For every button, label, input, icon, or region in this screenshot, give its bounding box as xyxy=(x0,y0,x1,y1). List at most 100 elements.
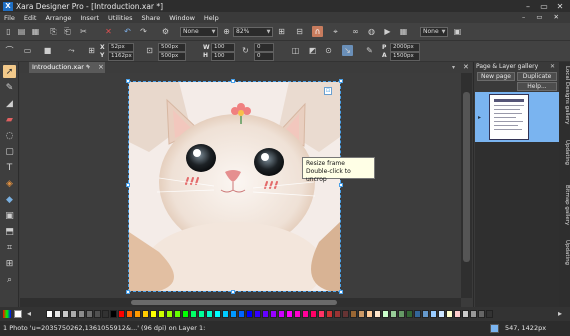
color-swatch[interactable] xyxy=(310,310,317,318)
rotate-field[interactable]: 0 xyxy=(254,43,274,52)
pen-tool-icon[interactable]: ✎ xyxy=(3,81,16,94)
scale-lines-icon[interactable]: ⊙ xyxy=(323,45,334,56)
mould-tool-icon[interactable]: ⊞ xyxy=(3,257,16,270)
color-swatch[interactable] xyxy=(230,310,237,318)
color-swatch[interactable] xyxy=(486,310,493,318)
color-swatch[interactable] xyxy=(86,310,93,318)
palette-scroll-right-icon[interactable]: ▸ xyxy=(558,309,562,318)
doc-minimize-button[interactable]: – xyxy=(522,13,525,22)
zoom-icon[interactable]: ⊕ xyxy=(221,26,232,37)
color-swatch[interactable] xyxy=(406,310,413,318)
color-swatch[interactable] xyxy=(414,310,421,318)
color-swatch[interactable] xyxy=(454,310,461,318)
select-inside-icon[interactable]: ↘ xyxy=(342,45,353,56)
color-swatch[interactable] xyxy=(422,310,429,318)
expand-arrow-icon[interactable]: ▸ xyxy=(478,114,481,121)
selection-frame[interactable]: ⊡ xyxy=(126,79,343,294)
color-swatch[interactable] xyxy=(374,310,381,318)
color-swatch[interactable] xyxy=(78,310,85,318)
color-swatch[interactable] xyxy=(270,310,277,318)
menu-utilities[interactable]: Utilities xyxy=(108,14,132,22)
menu-insert[interactable]: Insert xyxy=(80,14,99,22)
menu-help[interactable]: Help xyxy=(204,14,219,22)
undo-icon[interactable]: ↶ xyxy=(122,26,133,37)
line-select[interactable]: None ▼ xyxy=(420,27,448,37)
color-swatch[interactable] xyxy=(446,310,453,318)
eraser-tool-icon[interactable]: ▰ xyxy=(3,113,16,126)
no-color-swatch[interactable] xyxy=(14,310,22,318)
photo-tool-icon[interactable]: ⊡ xyxy=(324,87,332,95)
save-icon[interactable]: ▦ xyxy=(30,26,41,37)
snap-icon[interactable]: ⌖ xyxy=(330,26,341,37)
zoom-tool-icon[interactable]: ⌕ xyxy=(3,273,16,286)
color-swatch[interactable] xyxy=(254,310,261,318)
menu-share[interactable]: Share xyxy=(142,14,161,22)
maximize-button[interactable]: ▭ xyxy=(536,0,552,12)
color-swatch[interactable] xyxy=(366,310,373,318)
side-tab-updating-1[interactable]: Updating xyxy=(560,140,570,165)
shape-editor-tool-icon[interactable]: ◢ xyxy=(3,97,16,110)
gear-icon[interactable]: ⚙ xyxy=(160,26,171,37)
color-swatch[interactable] xyxy=(134,310,141,318)
magnet-icon[interactable]: ∩ xyxy=(312,26,323,37)
color-swatch[interactable] xyxy=(382,310,389,318)
fill-icon[interactable]: ■ xyxy=(42,45,53,56)
import-icon[interactable]: ⎘ xyxy=(48,26,59,37)
color-swatch[interactable] xyxy=(214,310,221,318)
color-swatch[interactable] xyxy=(54,310,61,318)
color-swatch[interactable] xyxy=(278,310,285,318)
color-swatch[interactable] xyxy=(470,310,477,318)
align-icon[interactable]: ⊞ xyxy=(86,45,97,56)
color-swatch[interactable] xyxy=(102,310,109,318)
color-swatch[interactable] xyxy=(246,310,253,318)
zoom-to-drawing-icon[interactable]: ⊟ xyxy=(294,26,305,37)
horizontal-scroll-thumb[interactable] xyxy=(131,300,337,305)
palette-scroll-left-icon[interactable]: ◂ xyxy=(27,309,31,318)
quality-select[interactable]: None ▼ xyxy=(180,27,218,37)
web-icon[interactable]: ◍ xyxy=(366,26,377,37)
w-percent-field[interactable]: 100 xyxy=(211,43,235,52)
color-swatch[interactable] xyxy=(430,310,437,318)
color-swatch[interactable] xyxy=(302,310,309,318)
side-tab-bitmap-gallery[interactable]: Bitmap gallery xyxy=(560,185,570,225)
a-field[interactable]: 1500px xyxy=(390,52,420,61)
link-icon[interactable]: ∞ xyxy=(350,26,361,37)
color-swatch[interactable] xyxy=(62,310,69,318)
menu-window[interactable]: Window xyxy=(169,14,195,22)
color-editor-icon[interactable] xyxy=(3,310,11,318)
cut-icon[interactable]: ✂ xyxy=(78,26,89,37)
color-swatch[interactable] xyxy=(206,310,213,318)
new-document-icon[interactable]: ▯ xyxy=(3,26,14,37)
color-swatch[interactable] xyxy=(150,310,157,318)
color-swatch[interactable] xyxy=(462,310,469,318)
tab-close-icon[interactable]: × xyxy=(98,62,104,73)
blend-tool-icon[interactable]: ⌗ xyxy=(3,241,16,254)
minimize-button[interactable]: – xyxy=(520,0,536,12)
close-window-button[interactable]: ✕ xyxy=(552,0,568,12)
color-swatch[interactable] xyxy=(110,310,117,318)
color-swatch[interactable] xyxy=(94,310,101,318)
color-swatch[interactable] xyxy=(166,310,173,318)
tab-menu-icon[interactable]: ▾ xyxy=(87,62,90,73)
p-field[interactable]: 2000px xyxy=(390,43,420,52)
resize-handle-top-left[interactable] xyxy=(126,79,130,83)
resize-handle-bottom-left[interactable] xyxy=(126,290,130,294)
color-swatch[interactable] xyxy=(182,310,189,318)
gallery-close-icon[interactable]: ✕ xyxy=(550,63,555,70)
export-icon[interactable]: ⎗ xyxy=(62,26,73,37)
resize-handle-left[interactable] xyxy=(126,183,130,187)
color-swatch[interactable] xyxy=(438,310,445,318)
resize-handle-bottom[interactable] xyxy=(231,290,235,294)
menu-file[interactable]: File xyxy=(4,14,15,22)
color-swatch[interactable] xyxy=(318,310,325,318)
color-swatch[interactable] xyxy=(334,310,341,318)
color-swatch[interactable] xyxy=(342,310,349,318)
contour-tool-icon[interactable]: ◌ xyxy=(3,129,16,142)
color-swatch[interactable] xyxy=(262,310,269,318)
zoom-select[interactable]: 82% ▼ xyxy=(233,27,273,37)
color-swatch[interactable] xyxy=(158,310,165,318)
menu-arrange[interactable]: Arrange xyxy=(45,14,71,22)
color-swatch[interactable] xyxy=(326,310,333,318)
transparency-tool-icon[interactable]: ◆ xyxy=(3,193,16,206)
redo-icon[interactable]: ↷ xyxy=(138,26,149,37)
